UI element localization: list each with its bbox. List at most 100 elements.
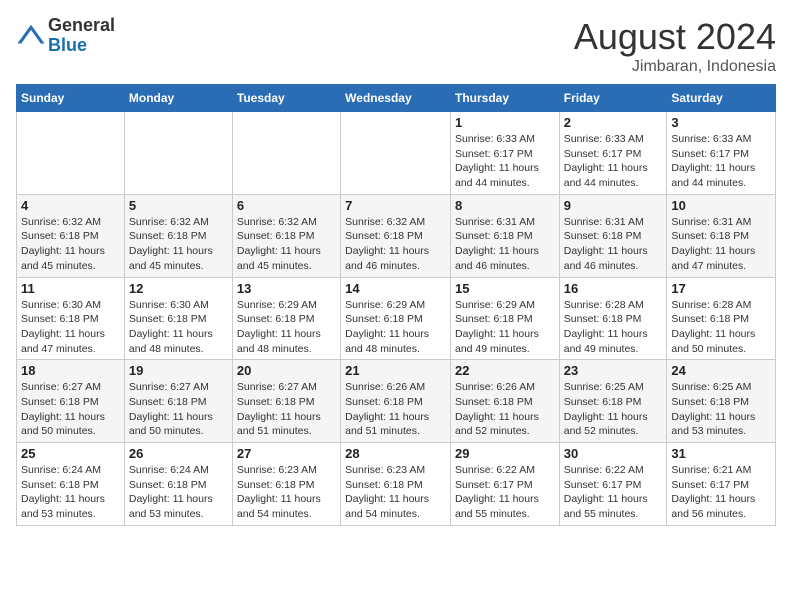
calendar-cell: 17 Sunrise: 6:28 AMSunset: 6:18 PMDayligh… <box>667 277 776 360</box>
day-of-week-header: Sunday <box>17 85 125 112</box>
day-number: 4 <box>21 198 120 213</box>
calendar-cell: 30Sunrise: 6:22 AMSunset: 6:17 PMDayligh… <box>559 443 667 526</box>
calendar-cell: 27Sunrise: 6:23 AMSunset: 6:18 PMDayligh… <box>232 443 340 526</box>
day-number: 19 <box>129 363 228 378</box>
day-info: Sunrise: 6:27 AMSunset: 6:18 PMDaylight:… <box>21 380 120 439</box>
day-info: Sunrise: 6:32 AMSunset: 6:18 PMDaylight:… <box>345 215 446 274</box>
calendar-cell: 21 Sunrise: 6:26 AMSunset: 6:18 PMDayligh… <box>341 360 451 443</box>
day-of-week-header: Tuesday <box>232 85 340 112</box>
calendar-cell: 29 Sunrise: 6:22 AMSunset: 6:17 PMDayligh… <box>450 443 559 526</box>
day-number: 8 <box>455 198 555 213</box>
day-info: Sunrise: 6:25 AMSunset: 6:18 PMDaylight:… <box>564 380 663 439</box>
day-number: 28 <box>345 446 446 461</box>
day-info: Sunrise: 6:32 AMSunset: 6:18 PMDaylight:… <box>21 215 120 274</box>
day-number: 14 <box>345 281 446 296</box>
calendar-cell: 26 Sunrise: 6:24 AMSunset: 6:18 PMDayligh… <box>124 443 232 526</box>
day-number: 12 <box>129 281 228 296</box>
day-info: Sunrise: 6:29 AMSunset: 6:18 PMDaylight:… <box>455 298 555 357</box>
day-info: Sunrise: 6:22 AMSunset: 6:17 PMDaylight:… <box>455 463 555 522</box>
calendar-cell: 6 Sunrise: 6:32 AMSunset: 6:18 PMDaylight… <box>232 194 340 277</box>
calendar-cell <box>341 112 451 195</box>
day-info: Sunrise: 6:33 AMSunset: 6:17 PMDaylight:… <box>455 132 555 191</box>
day-info: Sunrise: 6:26 AMSunset: 6:18 PMDaylight:… <box>455 380 555 439</box>
day-number: 21 <box>345 363 446 378</box>
calendar-cell: 12 Sunrise: 6:30 AMSunset: 6:18 PMDayligh… <box>124 277 232 360</box>
logo: General Blue <box>16 16 115 56</box>
calendar-week-row: 1 Sunrise: 6:33 AMSunset: 6:17 PMDaylight… <box>17 112 776 195</box>
calendar-cell: 18 Sunrise: 6:27 AMSunset: 6:18 PMDayligh… <box>17 360 125 443</box>
day-info: Sunrise: 6:29 AMSunset: 6:18 PMDaylight:… <box>237 298 336 357</box>
calendar-cell: 31 Sunrise: 6:21 AMSunset: 6:17 PMDayligh… <box>667 443 776 526</box>
day-number: 2 <box>564 115 663 130</box>
day-number: 6 <box>237 198 336 213</box>
calendar-cell: 11 Sunrise: 6:30 AMSunset: 6:18 PMDayligh… <box>17 277 125 360</box>
title-block: August 2024 Jimbaran, Indonesia <box>574 16 776 76</box>
day-info: Sunrise: 6:30 AMSunset: 6:18 PMDaylight:… <box>21 298 120 357</box>
day-info: Sunrise: 6:21 AMSunset: 6:17 PMDaylight:… <box>671 463 771 522</box>
day-number: 13 <box>237 281 336 296</box>
day-number: 18 <box>21 363 120 378</box>
day-number: 30 <box>564 446 663 461</box>
calendar-cell: 16 Sunrise: 6:28 AMSunset: 6:18 PMDayligh… <box>559 277 667 360</box>
calendar-cell: 9 Sunrise: 6:31 AMSunset: 6:18 PMDaylight… <box>559 194 667 277</box>
day-number: 25 <box>21 446 120 461</box>
calendar-cell: 22 Sunrise: 6:26 AMSunset: 6:18 PMDayligh… <box>450 360 559 443</box>
calendar-cell <box>17 112 125 195</box>
day-info: Sunrise: 6:23 AMSunset: 6:18 PMDaylight:… <box>345 463 446 522</box>
day-info: Sunrise: 6:32 AMSunset: 6:18 PMDaylight:… <box>237 215 336 274</box>
day-number: 1 <box>455 115 555 130</box>
day-of-week-header: Saturday <box>667 85 776 112</box>
location: Jimbaran, Indonesia <box>574 58 776 76</box>
day-number: 15 <box>455 281 555 296</box>
day-info: Sunrise: 6:23 AMSunset: 6:18 PMDaylight:… <box>237 463 336 522</box>
day-info: Sunrise: 6:26 AMSunset: 6:18 PMDaylight:… <box>345 380 446 439</box>
logo-general: General <box>48 16 115 36</box>
day-info: Sunrise: 6:27 AMSunset: 6:18 PMDaylight:… <box>237 380 336 439</box>
day-info: Sunrise: 6:31 AMSunset: 6:18 PMDaylight:… <box>671 215 771 274</box>
day-number: 11 <box>21 281 120 296</box>
day-number: 31 <box>671 446 771 461</box>
calendar-cell: 19Sunrise: 6:27 AMSunset: 6:18 PMDayligh… <box>124 360 232 443</box>
day-info: Sunrise: 6:24 AMSunset: 6:18 PMDaylight:… <box>21 463 120 522</box>
calendar-cell: 10 Sunrise: 6:31 AMSunset: 6:18 PMDayligh… <box>667 194 776 277</box>
calendar-cell: 8 Sunrise: 6:31 AMSunset: 6:18 PMDaylight… <box>450 194 559 277</box>
day-number: 29 <box>455 446 555 461</box>
day-info: Sunrise: 6:28 AMSunset: 6:18 PMDaylight:… <box>671 298 771 357</box>
calendar-cell: 1 Sunrise: 6:33 AMSunset: 6:17 PMDaylight… <box>450 112 559 195</box>
month-year: August 2024 <box>574 16 776 58</box>
logo-icon <box>16 21 46 51</box>
day-number: 10 <box>671 198 771 213</box>
day-number: 22 <box>455 363 555 378</box>
day-number: 23 <box>564 363 663 378</box>
day-info: Sunrise: 6:31 AMSunset: 6:18 PMDaylight:… <box>455 215 555 274</box>
day-number: 16 <box>564 281 663 296</box>
day-number: 26 <box>129 446 228 461</box>
day-info: Sunrise: 6:25 AMSunset: 6:18 PMDaylight:… <box>671 380 771 439</box>
day-number: 9 <box>564 198 663 213</box>
day-info: Sunrise: 6:31 AMSunset: 6:18 PMDaylight:… <box>564 215 663 274</box>
day-info: Sunrise: 6:33 AMSunset: 6:17 PMDaylight:… <box>564 132 663 191</box>
day-of-week-header: Monday <box>124 85 232 112</box>
day-info: Sunrise: 6:29 AMSunset: 6:18 PMDaylight:… <box>345 298 446 357</box>
calendar-cell: 25 Sunrise: 6:24 AMSunset: 6:18 PMDayligh… <box>17 443 125 526</box>
calendar-week-row: 4 Sunrise: 6:32 AMSunset: 6:18 PMDaylight… <box>17 194 776 277</box>
logo-blue: Blue <box>48 36 115 56</box>
day-number: 3 <box>671 115 771 130</box>
calendar-cell <box>124 112 232 195</box>
calendar-week-row: 11 Sunrise: 6:30 AMSunset: 6:18 PMDayligh… <box>17 277 776 360</box>
calendar-week-row: 25 Sunrise: 6:24 AMSunset: 6:18 PMDayligh… <box>17 443 776 526</box>
calendar-cell: 7Sunrise: 6:32 AMSunset: 6:18 PMDaylight… <box>341 194 451 277</box>
calendar-cell: 5Sunrise: 6:32 AMSunset: 6:18 PMDaylight… <box>124 194 232 277</box>
calendar-cell <box>232 112 340 195</box>
day-of-week-header: Thursday <box>450 85 559 112</box>
day-info: Sunrise: 6:32 AMSunset: 6:18 PMDaylight:… <box>129 215 228 274</box>
day-info: Sunrise: 6:30 AMSunset: 6:18 PMDaylight:… <box>129 298 228 357</box>
day-info: Sunrise: 6:33 AMSunset: 6:17 PMDaylight:… <box>671 132 771 191</box>
calendar-cell: 24Sunrise: 6:25 AMSunset: 6:18 PMDayligh… <box>667 360 776 443</box>
day-number: 17 <box>671 281 771 296</box>
calendar-cell: 14 Sunrise: 6:29 AMSunset: 6:18 PMDayligh… <box>341 277 451 360</box>
calendar-cell: 20Sunrise: 6:27 AMSunset: 6:18 PMDayligh… <box>232 360 340 443</box>
day-info: Sunrise: 6:28 AMSunset: 6:18 PMDaylight:… <box>564 298 663 357</box>
day-info: Sunrise: 6:24 AMSunset: 6:18 PMDaylight:… <box>129 463 228 522</box>
day-of-week-header: Friday <box>559 85 667 112</box>
